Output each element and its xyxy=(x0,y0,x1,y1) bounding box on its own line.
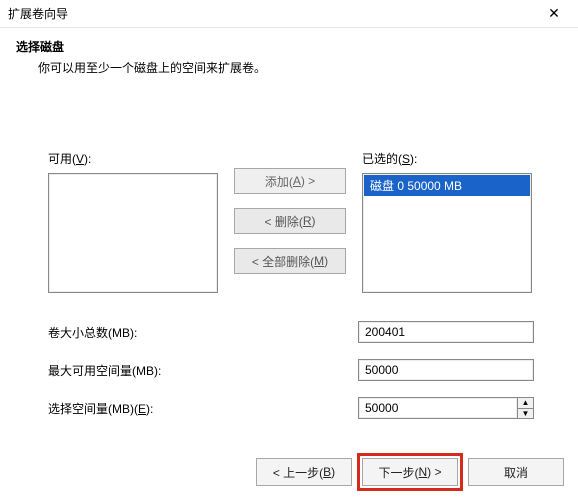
selected-listbox[interactable]: 磁盘 0 50000 MB xyxy=(362,173,532,293)
remove-all-button[interactable]: < 全部删除(M) xyxy=(234,248,346,274)
step-title: 选择磁盘 xyxy=(16,38,574,55)
total-size-row: 卷大小总数(MB): 200401 xyxy=(48,321,550,343)
spinner-buttons: ▲ ▼ xyxy=(518,397,534,419)
add-button[interactable]: 添加(A) > xyxy=(234,168,346,194)
available-label: 可用(V): xyxy=(48,150,218,167)
spinner-down-icon[interactable]: ▼ xyxy=(518,408,533,419)
transfer-buttons: 添加(A) > < 删除(R) < 全部删除(M) xyxy=(234,168,346,274)
total-size-label: 卷大小总数(MB): xyxy=(48,324,358,341)
titlebar: 扩展卷向导 ✕ xyxy=(0,0,578,28)
step-description: 你可以用至少一个磁盘上的空间来扩展卷。 xyxy=(16,59,574,76)
disk-lists-row: 可用(V): 添加(A) > < 删除(R) < 全部删除(M) 已选的(S):… xyxy=(48,150,550,293)
next-button[interactable]: 下一步(N) > xyxy=(362,458,458,486)
size-fields: 卷大小总数(MB): 200401 最大可用空间量(MB): 50000 选择空… xyxy=(48,321,550,419)
available-column: 可用(V): xyxy=(48,150,218,293)
selected-column: 已选的(S): 磁盘 0 50000 MB xyxy=(362,150,532,293)
back-button[interactable]: < 上一步(B) xyxy=(256,458,352,486)
max-space-label: 最大可用空间量(MB): xyxy=(48,362,358,379)
wizard-footer: < 上一步(B) 下一步(N) > 取消 xyxy=(256,458,564,486)
remove-button[interactable]: < 删除(R) xyxy=(234,208,346,234)
total-size-value: 200401 xyxy=(358,321,534,343)
close-icon: ✕ xyxy=(548,5,560,22)
wizard-content: 可用(V): 添加(A) > < 删除(R) < 全部删除(M) 已选的(S):… xyxy=(0,150,578,435)
close-button[interactable]: ✕ xyxy=(534,1,574,27)
list-item[interactable]: 磁盘 0 50000 MB xyxy=(364,175,530,196)
amount-row: 选择空间量(MB)(E): 50000 ▲ ▼ xyxy=(48,397,550,419)
available-listbox[interactable] xyxy=(48,173,218,293)
amount-label: 选择空间量(MB)(E): xyxy=(48,400,358,417)
window-title: 扩展卷向导 xyxy=(8,5,68,22)
wizard-header: 选择磁盘 你可以用至少一个磁盘上的空间来扩展卷。 xyxy=(0,28,578,80)
max-space-value: 50000 xyxy=(358,359,534,381)
amount-spinner[interactable]: 50000 ▲ ▼ xyxy=(358,397,534,419)
cancel-button[interactable]: 取消 xyxy=(468,458,564,486)
max-space-row: 最大可用空间量(MB): 50000 xyxy=(48,359,550,381)
spinner-up-icon[interactable]: ▲ xyxy=(518,398,533,408)
selected-label: 已选的(S): xyxy=(362,150,532,167)
amount-input[interactable]: 50000 xyxy=(358,397,518,419)
